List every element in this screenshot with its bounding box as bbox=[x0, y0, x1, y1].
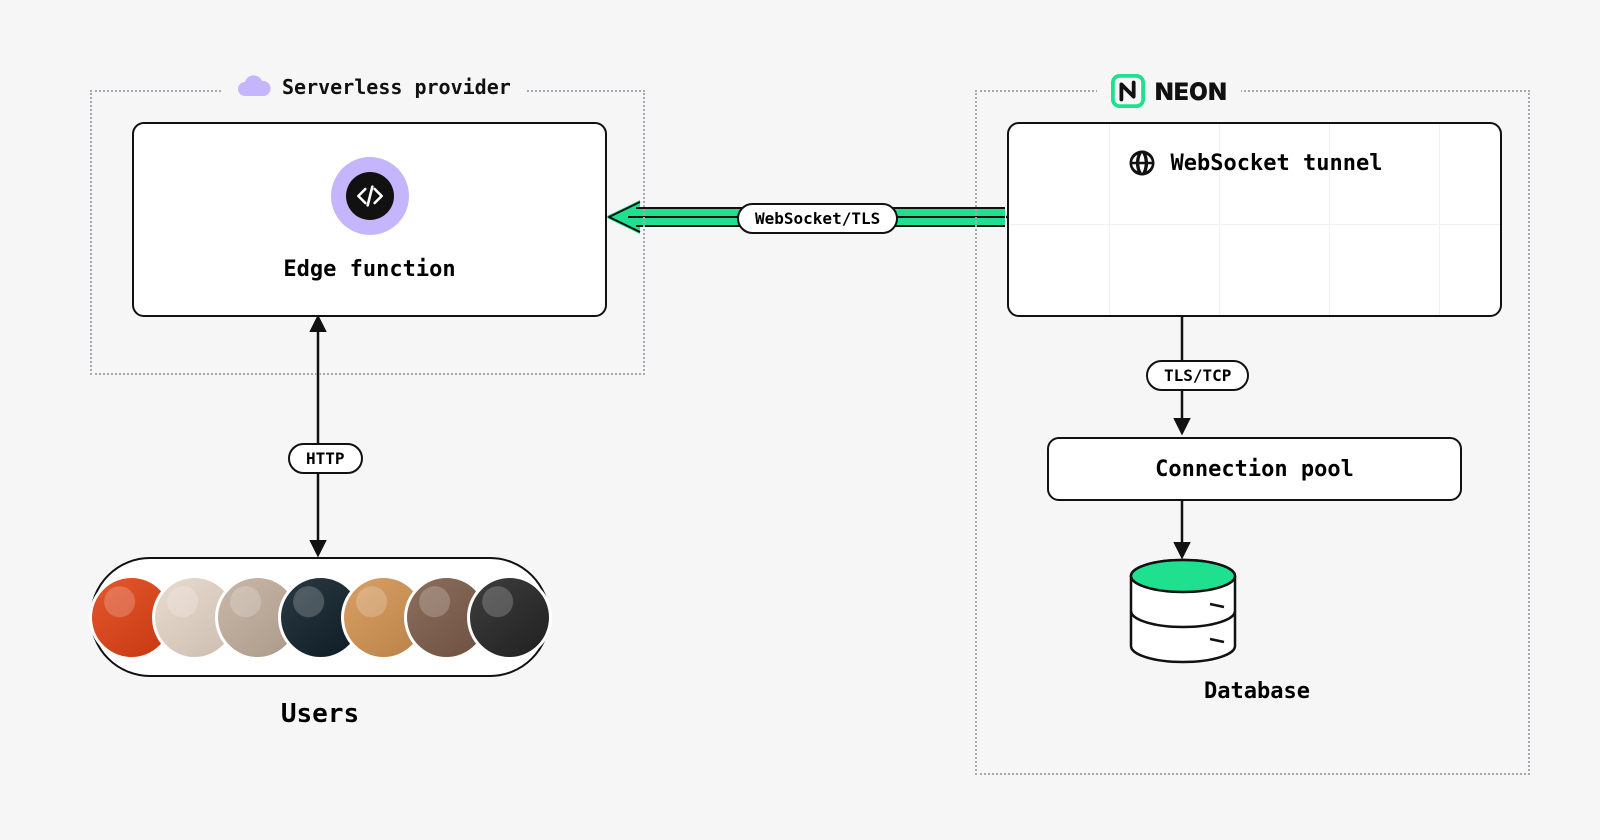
connection-pool-card: Connection pool bbox=[1047, 437, 1462, 501]
code-icon bbox=[346, 172, 394, 220]
edge-function-card: Edge function bbox=[132, 122, 607, 317]
websocket-title-row: WebSocket tunnel bbox=[1009, 148, 1500, 178]
neon-brand-text: NEON bbox=[1155, 77, 1227, 106]
connection-pool-label: Connection pool bbox=[1155, 457, 1354, 482]
protocol-http: HTTP bbox=[288, 443, 363, 474]
globe-icon bbox=[1127, 148, 1157, 178]
neon-logo-icon bbox=[1111, 74, 1145, 108]
cloud-icon bbox=[236, 74, 272, 100]
avatar bbox=[467, 575, 552, 660]
serverless-title: Serverless provider bbox=[282, 75, 511, 99]
protocol-websocket: WebSocket/TLS bbox=[737, 203, 898, 234]
websocket-label: WebSocket tunnel bbox=[1171, 151, 1383, 176]
serverless-panel: Serverless provider Edge function bbox=[90, 90, 645, 375]
serverless-header: Serverless provider bbox=[222, 74, 525, 100]
avatar-row bbox=[89, 575, 552, 660]
users-block: Users bbox=[90, 557, 550, 729]
users-label: Users bbox=[90, 699, 550, 729]
websocket-tunnel-card: WebSocket tunnel bbox=[1007, 122, 1502, 317]
database-block: Database bbox=[1182, 560, 1332, 704]
neon-header: NEON bbox=[1097, 74, 1241, 108]
database-label: Database bbox=[1182, 679, 1332, 704]
protocol-tlstcp: TLS/TCP bbox=[1146, 360, 1249, 391]
edge-icon-wrap bbox=[331, 157, 409, 235]
neon-panel: NEON WebSocket tunnel Connection pool Da… bbox=[975, 90, 1530, 775]
edge-function-label: Edge function bbox=[283, 257, 455, 282]
users-pill bbox=[90, 557, 550, 677]
